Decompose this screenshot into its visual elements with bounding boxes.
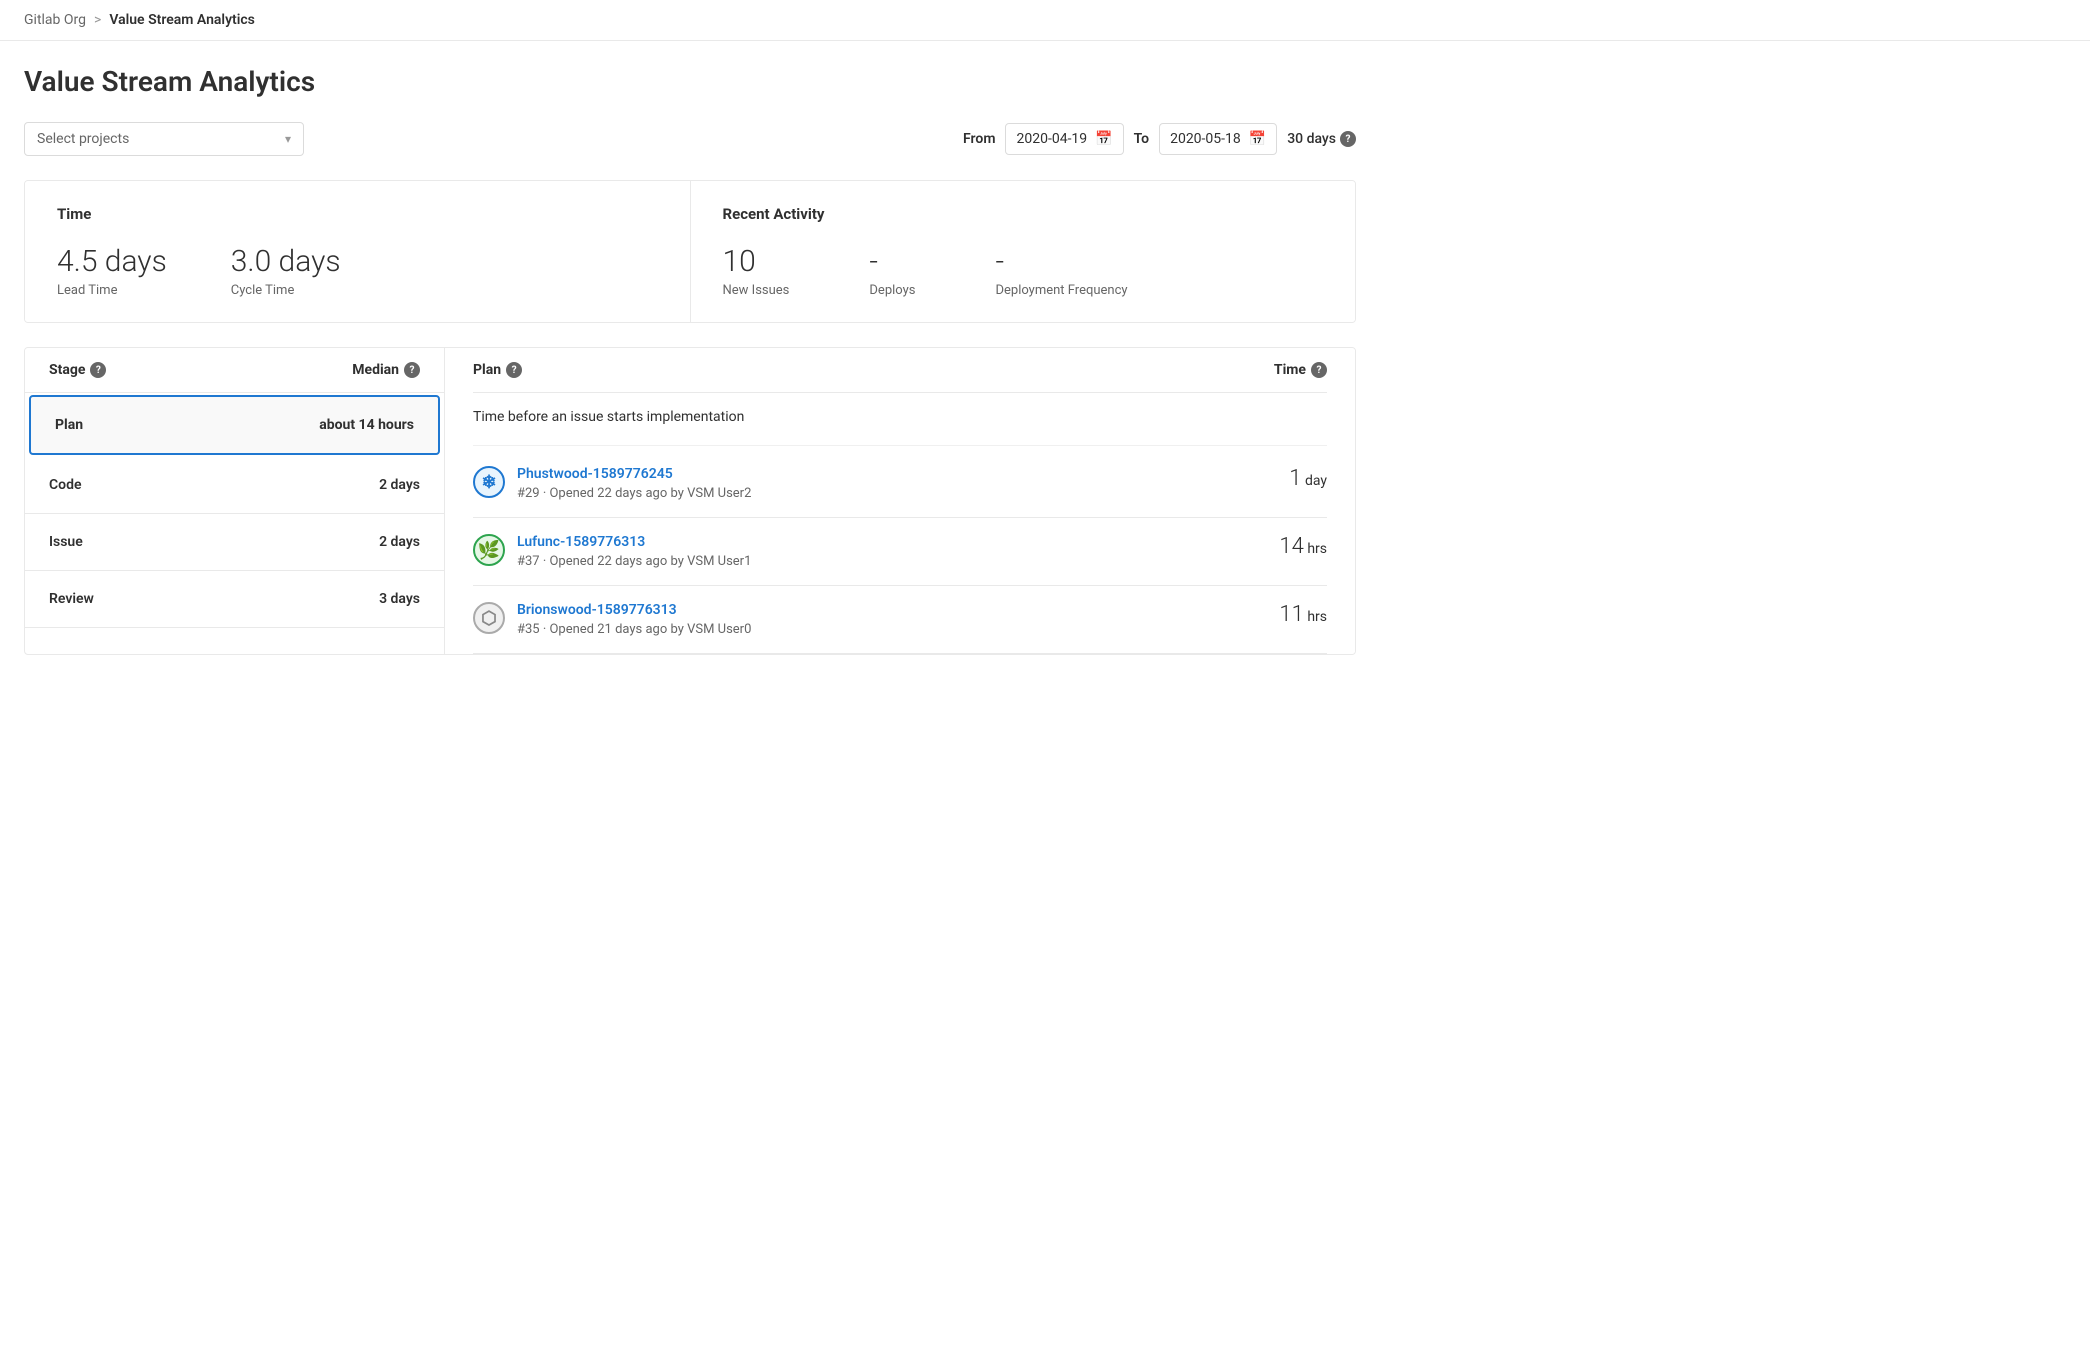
new-issues-value: 10 bbox=[723, 247, 756, 277]
issue-title-1[interactable]: Lufunc-1589776313 bbox=[517, 534, 1263, 550]
median-col-label: Median bbox=[352, 362, 399, 378]
cycle-time-label: Cycle Time bbox=[231, 283, 295, 298]
stage-row-issue[interactable]: Issue 2 days bbox=[25, 514, 444, 571]
issue-info-0: Phustwood-1589776245 #29 · Opened 22 day… bbox=[517, 466, 1273, 501]
stage-median-issue: 2 days bbox=[379, 534, 420, 550]
lead-time-label: Lead Time bbox=[57, 283, 117, 298]
stage-median-code: 2 days bbox=[379, 477, 420, 493]
time-num-2: 11 bbox=[1279, 602, 1303, 627]
stage-detail-time-col: Time ? bbox=[1274, 362, 1327, 378]
recent-activity-panel: Recent Activity 10 New Issues - Deploys … bbox=[691, 181, 1356, 322]
deploys-label: Deploys bbox=[869, 283, 915, 298]
to-date-input[interactable]: 2020-05-18 📅 bbox=[1159, 123, 1277, 155]
stage-detail-title-area: Plan ? bbox=[473, 362, 522, 378]
breadcrumb-separator: > bbox=[94, 12, 101, 28]
calendar-icon-2: 📅 bbox=[1249, 131, 1266, 147]
to-date-value: 2020-05-18 bbox=[1170, 131, 1241, 147]
issue-time-2: 11 hrs bbox=[1279, 602, 1327, 627]
metrics-row: Time 4.5 days Lead Time 3.0 days Cycle T… bbox=[24, 180, 1356, 323]
breadcrumb-current: Value Stream Analytics bbox=[109, 12, 255, 28]
time-panel-title: Time bbox=[57, 205, 658, 223]
median-help-icon[interactable]: ? bbox=[404, 362, 420, 378]
filters-row: Select projects ▾ From 2020-04-19 📅 To 2… bbox=[24, 122, 1356, 156]
stage-row-review[interactable]: Review 3 days bbox=[25, 571, 444, 628]
from-date-value: 2020-04-19 bbox=[1016, 131, 1087, 147]
stage-list: Stage ? Median ? Plan about 14 hours Cod… bbox=[25, 348, 445, 654]
time-unit-0: day bbox=[1305, 473, 1327, 489]
stage-median-review: 3 days bbox=[379, 591, 420, 607]
median-col-header: Median ? bbox=[352, 362, 420, 378]
stage-name-review: Review bbox=[49, 591, 379, 607]
days-help-icon[interactable]: ? bbox=[1340, 131, 1356, 147]
page-title: Value Stream Analytics bbox=[24, 65, 1356, 98]
stage-name-plan: Plan bbox=[55, 417, 319, 433]
breadcrumb-parent[interactable]: Gitlab Org bbox=[24, 12, 86, 28]
from-label: From bbox=[963, 131, 995, 147]
time-unit-2: hrs bbox=[1307, 609, 1327, 625]
time-unit-1: hrs bbox=[1307, 541, 1327, 557]
issue-time-1: 14 hrs bbox=[1279, 534, 1327, 559]
dot-icon: ⬡ bbox=[481, 608, 497, 629]
from-date-input[interactable]: 2020-04-19 📅 bbox=[1005, 123, 1123, 155]
stage-name-issue: Issue bbox=[49, 534, 379, 550]
project-select[interactable]: Select projects ▾ bbox=[24, 122, 304, 156]
issue-avatar-1: 🌿 bbox=[473, 534, 505, 566]
issue-avatar-2: ⬡ bbox=[473, 602, 505, 634]
deploy-freq-label: Deployment Frequency bbox=[995, 283, 1127, 298]
new-issues-label: New Issues bbox=[723, 283, 790, 298]
stage-description: Time before an issue starts implementati… bbox=[473, 393, 1327, 446]
issue-row-1: 🌿 Lufunc-1589776313 #37 · Opened 22 days… bbox=[473, 518, 1327, 586]
stage-detail-title: Plan ? bbox=[473, 362, 522, 378]
stage-detail-header: Plan ? Time ? bbox=[473, 348, 1327, 393]
issue-meta-1: #37 · Opened 22 days ago by VSM User1 bbox=[517, 554, 751, 569]
time-num-0: 1 bbox=[1289, 466, 1301, 491]
lead-time-metric: 4.5 days Lead Time bbox=[57, 247, 167, 298]
issue-title-0[interactable]: Phustwood-1589776245 bbox=[517, 466, 1273, 482]
deploys-value: - bbox=[869, 247, 878, 277]
issue-row-0: ❄ Phustwood-1589776245 #29 · Opened 22 d… bbox=[473, 450, 1327, 518]
stage-col-header: Stage ? bbox=[49, 362, 352, 378]
stage-row-code[interactable]: Code 2 days bbox=[25, 457, 444, 514]
days-badge: 30 days ? bbox=[1287, 131, 1356, 147]
stage-col-label: Stage bbox=[49, 362, 85, 378]
snowflake-icon: ❄ bbox=[481, 472, 496, 493]
deploy-freq-value: - bbox=[995, 247, 1004, 277]
calendar-icon: 📅 bbox=[1095, 131, 1112, 147]
project-select-label: Select projects bbox=[37, 131, 129, 147]
recent-activity-stats: 10 New Issues - Deploys - Deployment Fre… bbox=[723, 247, 1324, 298]
stage-table-section: Stage ? Median ? Plan about 14 hours Cod… bbox=[24, 347, 1356, 655]
stage-name-code: Code bbox=[49, 477, 379, 493]
stage-row-plan[interactable]: Plan about 14 hours bbox=[29, 395, 440, 455]
stage-list-header: Stage ? Median ? bbox=[25, 348, 444, 393]
cycle-time-metric: 3.0 days Cycle Time bbox=[231, 247, 341, 298]
deploys-metric: - Deploys bbox=[869, 247, 915, 298]
cycle-time-value: 3.0 days bbox=[231, 247, 341, 277]
time-col-help-icon[interactable]: ? bbox=[1311, 362, 1327, 378]
issue-row-2: ⬡ Brionswood-1589776313 #35 · Opened 21 … bbox=[473, 586, 1327, 654]
recent-activity-title: Recent Activity bbox=[723, 205, 1324, 223]
stage-median-plan: about 14 hours bbox=[319, 417, 414, 433]
stage-help-icon[interactable]: ? bbox=[90, 362, 106, 378]
time-stats: 4.5 days Lead Time 3.0 days Cycle Time bbox=[57, 247, 658, 298]
issue-meta-0: #29 · Opened 22 days ago by VSM User2 bbox=[517, 486, 751, 501]
time-num-1: 14 bbox=[1279, 534, 1303, 559]
days-label: 30 days bbox=[1287, 131, 1336, 147]
new-issues-metric: 10 New Issues bbox=[723, 247, 790, 298]
issue-title-2[interactable]: Brionswood-1589776313 bbox=[517, 602, 1263, 618]
leaf-icon: 🌿 bbox=[478, 540, 500, 561]
breadcrumb: Gitlab Org > Value Stream Analytics bbox=[0, 0, 2090, 41]
to-label: To bbox=[1134, 131, 1149, 147]
issue-time-0: 1 day bbox=[1289, 466, 1327, 491]
chevron-down-icon: ▾ bbox=[285, 132, 291, 146]
stage-detail: Plan ? Time ? Time before an issue start… bbox=[445, 348, 1355, 654]
issue-info-1: Lufunc-1589776313 #37 · Opened 22 days a… bbox=[517, 534, 1263, 569]
lead-time-value: 4.5 days bbox=[57, 247, 167, 277]
date-range: From 2020-04-19 📅 To 2020-05-18 📅 30 day… bbox=[963, 123, 1356, 155]
time-panel: Time 4.5 days Lead Time 3.0 days Cycle T… bbox=[25, 181, 691, 322]
plan-help-icon[interactable]: ? bbox=[506, 362, 522, 378]
issue-meta-2: #35 · Opened 21 days ago by VSM User0 bbox=[517, 622, 751, 637]
deploy-freq-metric: - Deployment Frequency bbox=[995, 247, 1127, 298]
issue-info-2: Brionswood-1589776313 #35 · Opened 21 da… bbox=[517, 602, 1263, 637]
issue-avatar-0: ❄ bbox=[473, 466, 505, 498]
